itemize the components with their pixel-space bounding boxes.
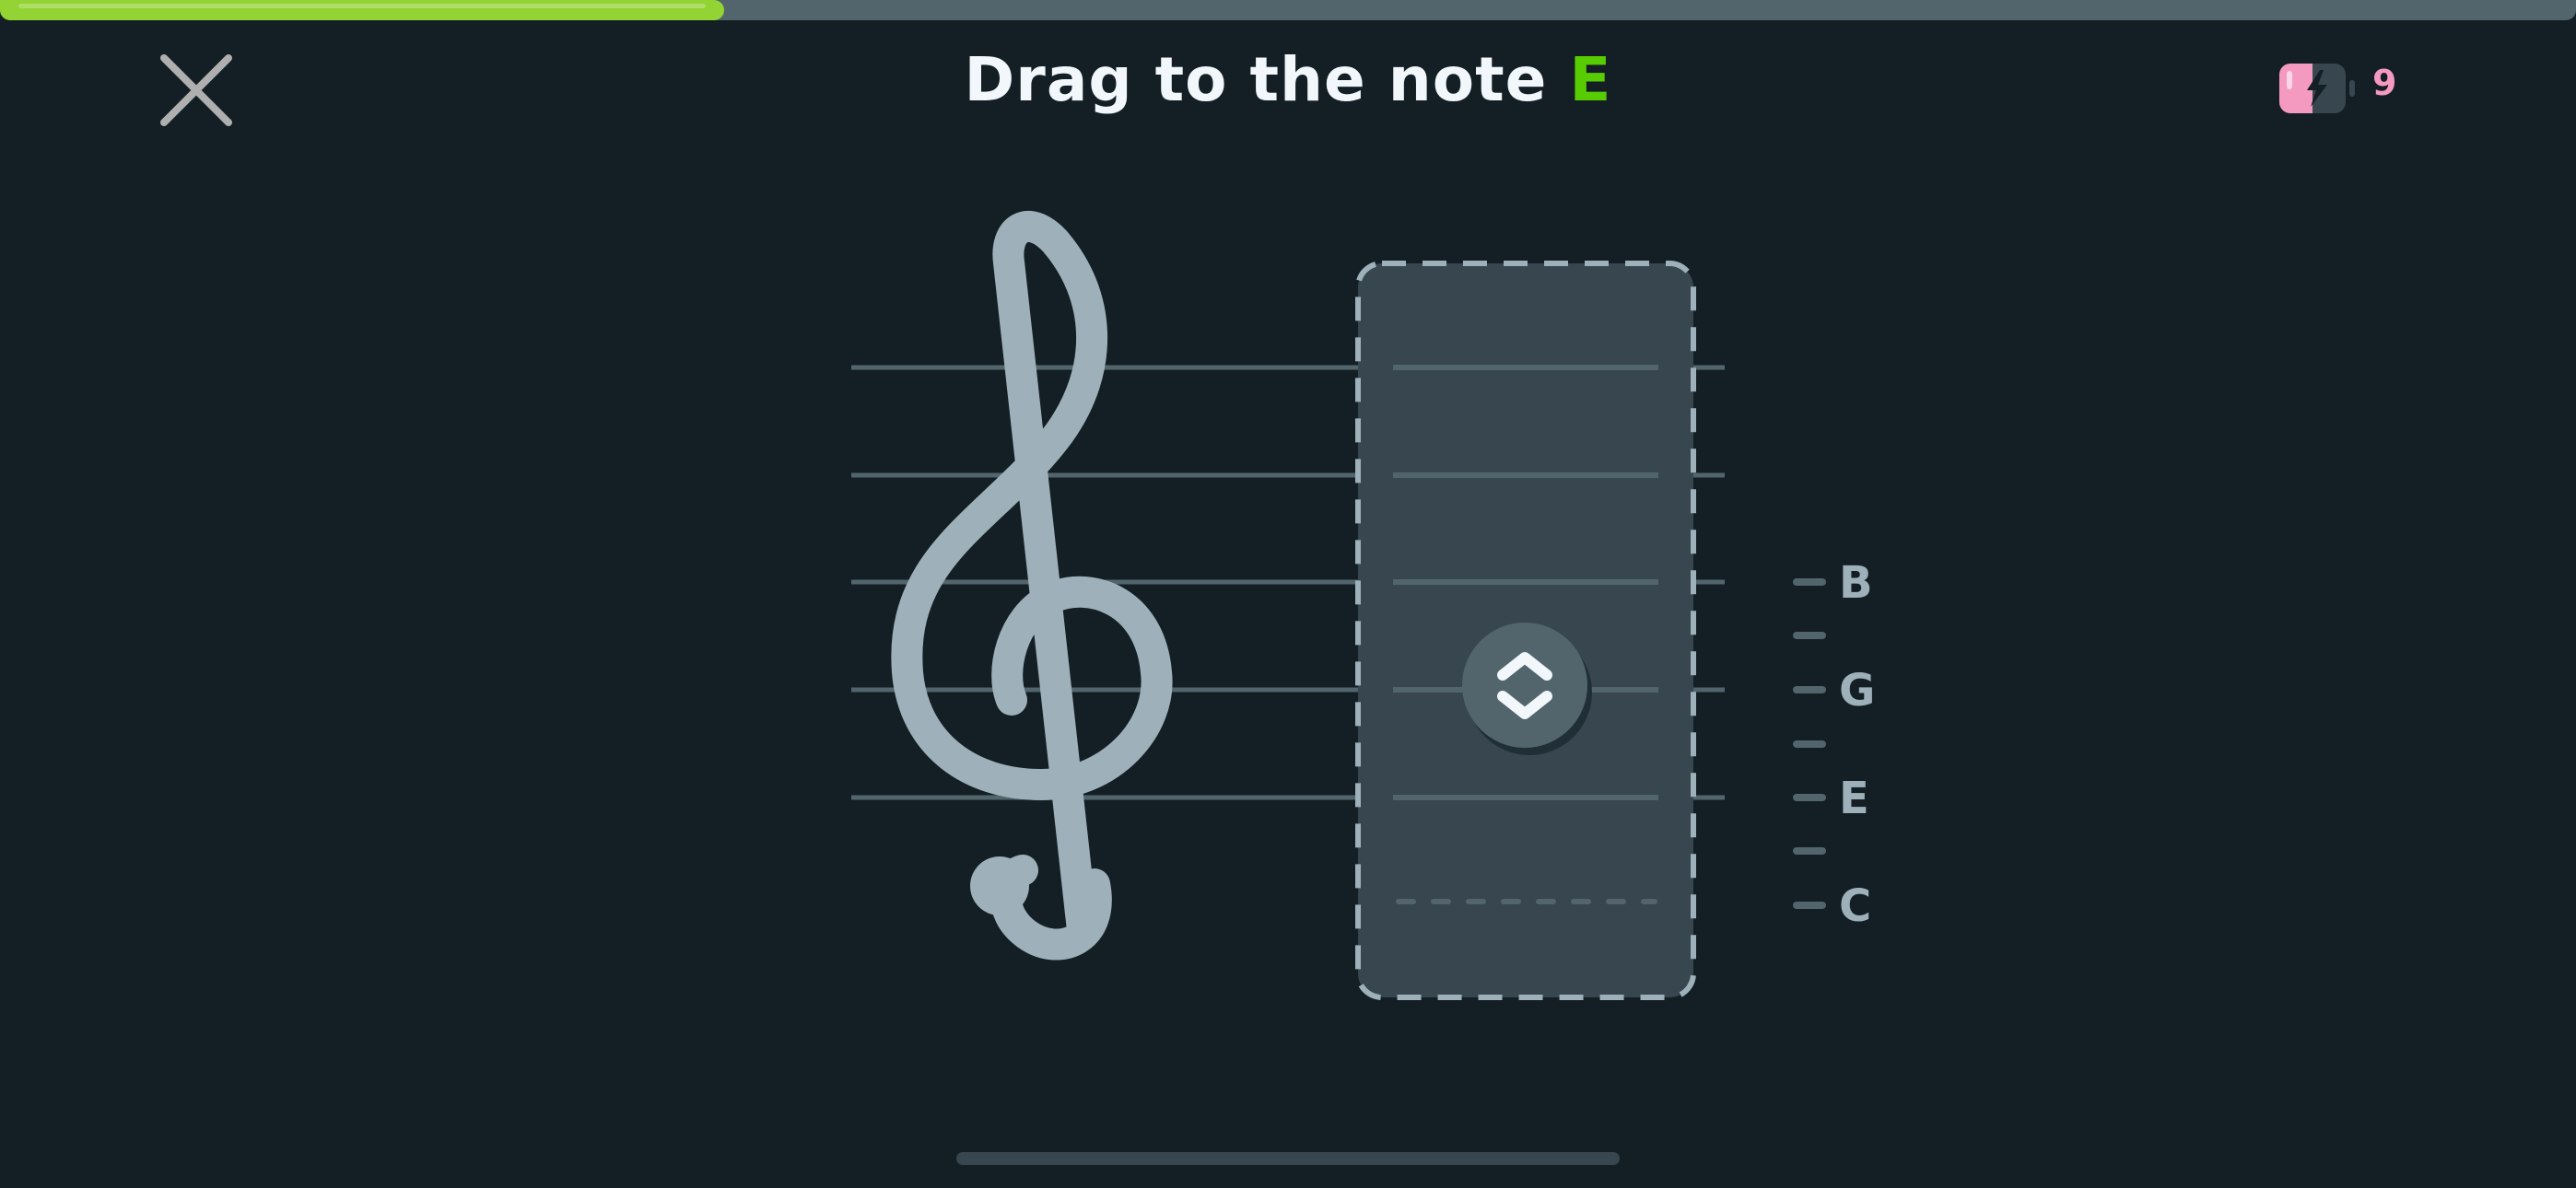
note-guide-label-g: G xyxy=(1839,665,1875,716)
note-guide-label-c: C xyxy=(1839,880,1871,932)
note-guide-label-e: E xyxy=(1839,773,1869,824)
note-guide-label-b: B xyxy=(1839,557,1873,609)
music-staff: B G E C xyxy=(851,211,1875,1000)
treble-clef-icon xyxy=(891,211,1173,961)
treble-clef-dot xyxy=(970,856,1029,915)
note-guide-ticks xyxy=(1793,578,1826,909)
home-indicator[interactable] xyxy=(956,1152,1620,1165)
